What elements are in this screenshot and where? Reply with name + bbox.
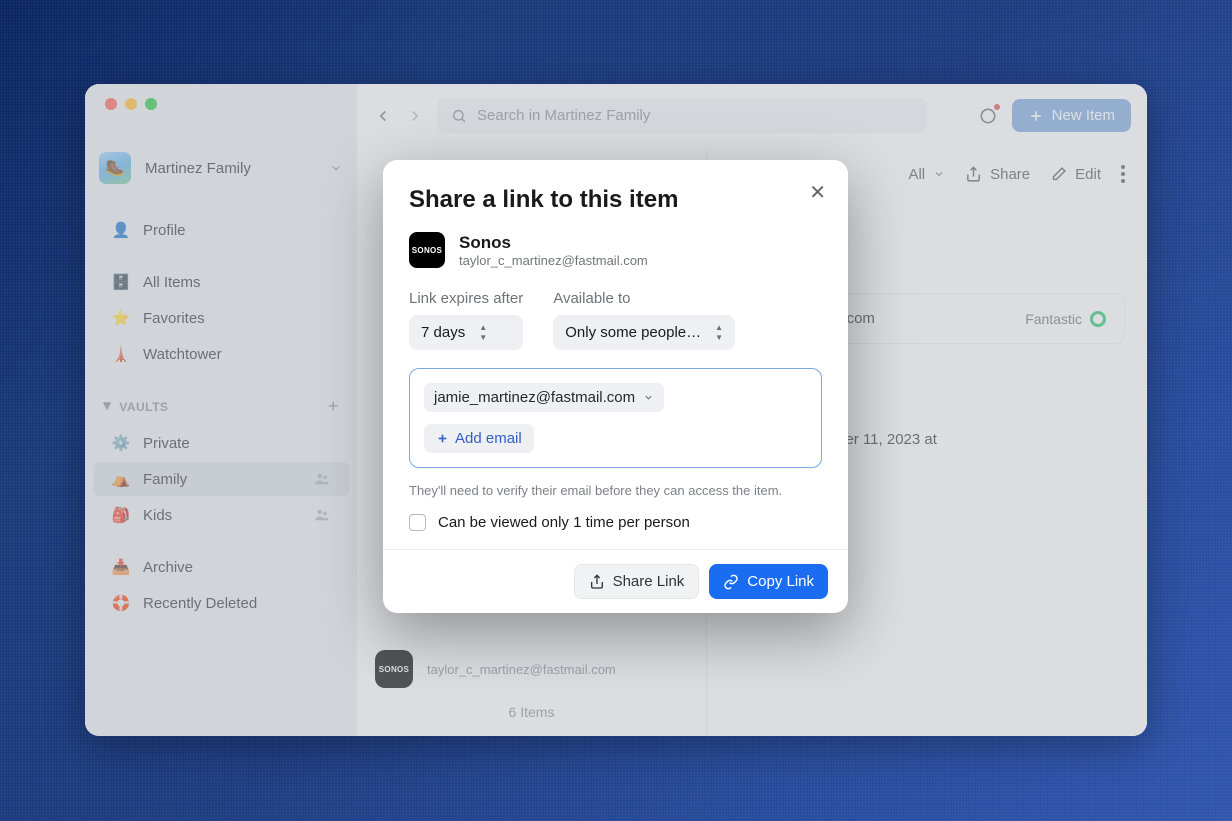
stepper-icon: ▲▼ xyxy=(479,323,487,342)
item-name: Sonos xyxy=(459,233,648,253)
share-icon xyxy=(589,574,605,590)
checkbox-label: Can be viewed only 1 time per person xyxy=(438,514,690,531)
chevron-down-icon xyxy=(643,392,654,403)
recipients-box[interactable]: jamie_martinez@fastmail.com Add email xyxy=(409,368,822,468)
link-icon xyxy=(723,574,739,590)
modal-footer: Share Link Copy Link xyxy=(383,549,848,613)
available-label: Available to xyxy=(553,290,735,307)
close-modal-button[interactable]: ✕ xyxy=(809,180,826,205)
stepper-icon: ▲▼ xyxy=(715,323,723,342)
modal-title: Share a link to this item xyxy=(409,186,822,214)
hint-text: They'll need to verify their email befor… xyxy=(409,482,822,500)
button-label: Share Link xyxy=(613,573,685,590)
available-select[interactable]: Only some people… ▲▼ xyxy=(553,315,735,350)
view-once-checkbox-row[interactable]: Can be viewed only 1 time per person xyxy=(409,514,822,531)
add-email-button[interactable]: Add email xyxy=(424,424,534,453)
select-value: Only some people… xyxy=(565,324,701,341)
button-label: Add email xyxy=(455,430,522,447)
button-label: Copy Link xyxy=(747,573,814,590)
select-value: 7 days xyxy=(421,324,465,341)
modal-item-summary: SONOS Sonos taylor_c_martinez@fastmail.c… xyxy=(409,232,822,268)
item-icon: SONOS xyxy=(409,232,445,268)
recipient-chip[interactable]: jamie_martinez@fastmail.com xyxy=(424,383,664,412)
plus-icon xyxy=(436,432,449,445)
share-link-button[interactable]: Share Link xyxy=(574,564,700,599)
chip-email: jamie_martinez@fastmail.com xyxy=(434,389,635,406)
expires-select[interactable]: 7 days ▲▼ xyxy=(409,315,523,350)
item-subtitle: taylor_c_martinez@fastmail.com xyxy=(459,253,648,268)
copy-link-button[interactable]: Copy Link xyxy=(709,564,828,599)
checkbox[interactable] xyxy=(409,514,426,531)
expires-label: Link expires after xyxy=(409,290,523,307)
share-link-modal: ✕ Share a link to this item SONOS Sonos … xyxy=(383,160,848,613)
